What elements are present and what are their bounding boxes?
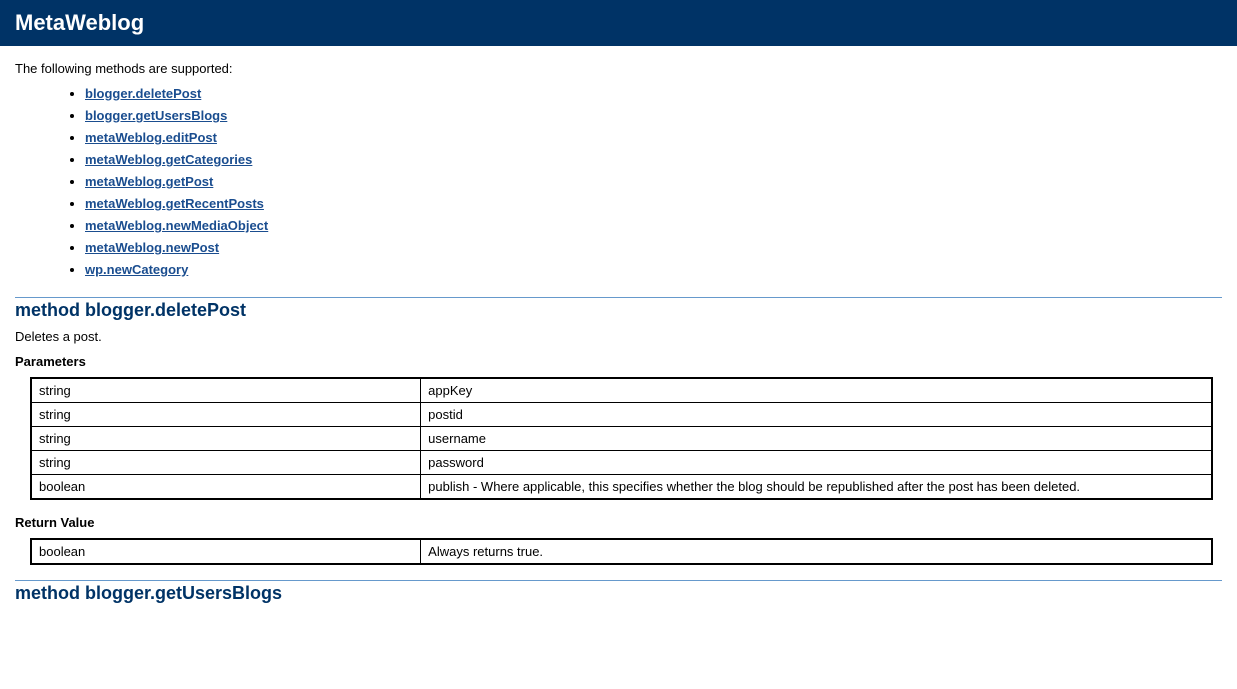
list-item: metaWeblog.newPost — [85, 240, 1222, 255]
param-type: string — [31, 427, 421, 451]
table-row: boolean publish - Where applicable, this… — [31, 475, 1212, 500]
table-row: boolean Always returns true. — [31, 539, 1212, 564]
param-type: boolean — [31, 475, 421, 500]
method-link[interactable]: metaWeblog.getRecentPosts — [85, 196, 264, 211]
method-link[interactable]: metaWeblog.editPost — [85, 130, 217, 145]
method-link[interactable]: metaWeblog.newPost — [85, 240, 219, 255]
table-row: string appKey — [31, 378, 1212, 403]
method-link[interactable]: metaWeblog.getPost — [85, 174, 213, 189]
section-divider — [15, 297, 1222, 298]
param-type: string — [31, 403, 421, 427]
method-link[interactable]: metaWeblog.getCategories — [85, 152, 252, 167]
method-link[interactable]: metaWeblog.newMediaObject — [85, 218, 268, 233]
list-item: blogger.deletePost — [85, 86, 1222, 101]
param-desc: username — [421, 427, 1212, 451]
table-row: string username — [31, 427, 1212, 451]
intro-text: The following methods are supported: — [15, 61, 1222, 76]
parameters-table: string appKey string postid string usern… — [30, 377, 1213, 500]
list-item: wp.newCategory — [85, 262, 1222, 277]
method-heading: method blogger.deletePost — [15, 300, 1222, 321]
param-desc: postid — [421, 403, 1212, 427]
page-header: MetaWeblog — [0, 0, 1237, 46]
table-row: string password — [31, 451, 1212, 475]
list-item: metaWeblog.getCategories — [85, 152, 1222, 167]
return-type: boolean — [31, 539, 421, 564]
param-type: string — [31, 378, 421, 403]
param-desc: password — [421, 451, 1212, 475]
list-item: metaWeblog.getPost — [85, 174, 1222, 189]
method-link[interactable]: wp.newCategory — [85, 262, 188, 277]
list-item: metaWeblog.newMediaObject — [85, 218, 1222, 233]
return-value-table: boolean Always returns true. — [30, 538, 1213, 565]
section-divider — [15, 580, 1222, 581]
method-heading: method blogger.getUsersBlogs — [15, 583, 1222, 604]
table-row: string postid — [31, 403, 1212, 427]
main-content: The following methods are supported: blo… — [0, 46, 1237, 627]
return-desc: Always returns true. — [421, 539, 1212, 564]
parameters-label: Parameters — [15, 354, 1222, 369]
list-item: blogger.getUsersBlogs — [85, 108, 1222, 123]
method-desc: Deletes a post. — [15, 329, 1222, 344]
return-value-label: Return Value — [15, 515, 1222, 530]
method-link[interactable]: blogger.getUsersBlogs — [85, 108, 227, 123]
param-desc: publish - Where applicable, this specifi… — [421, 475, 1212, 500]
page-title: MetaWeblog — [15, 10, 1222, 36]
param-type: string — [31, 451, 421, 475]
param-desc: appKey — [421, 378, 1212, 403]
list-item: metaWeblog.editPost — [85, 130, 1222, 145]
list-item: metaWeblog.getRecentPosts — [85, 196, 1222, 211]
method-list: blogger.deletePost blogger.getUsersBlogs… — [85, 86, 1222, 277]
method-link[interactable]: blogger.deletePost — [85, 86, 201, 101]
